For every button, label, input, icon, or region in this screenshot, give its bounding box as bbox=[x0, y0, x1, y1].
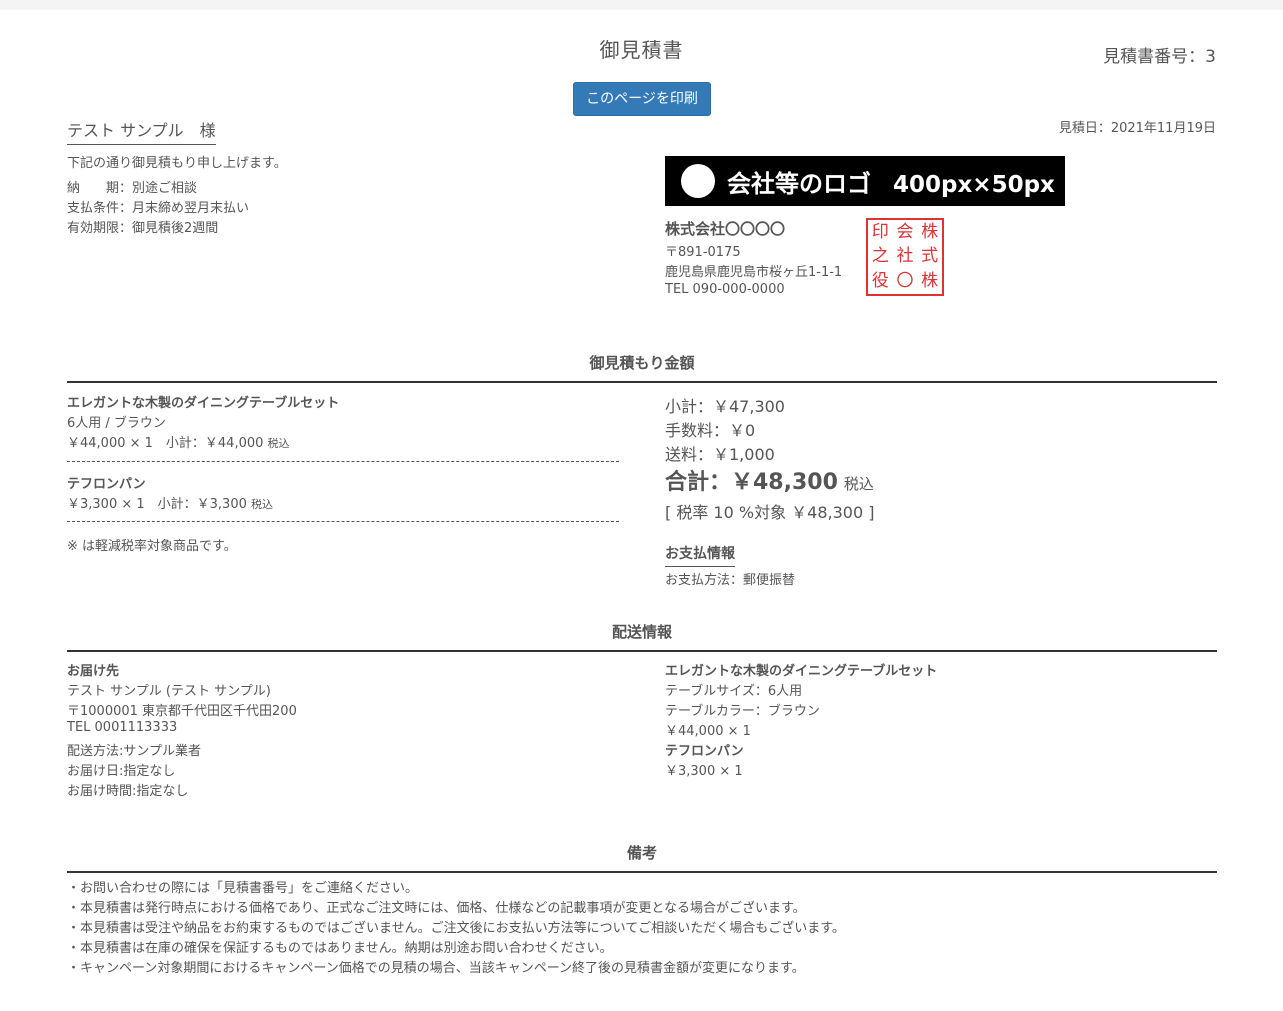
tax-breakdown: [ 税率 10 %対象 ￥48,300 ] bbox=[665, 503, 875, 522]
seal-char: 株 bbox=[921, 221, 939, 242]
logo-size-text: 400px×50px bbox=[893, 171, 1055, 198]
fee: 手数料：￥0 bbox=[665, 421, 756, 440]
page-title: 御見積書 bbox=[599, 38, 684, 62]
seal-char: 印 bbox=[871, 221, 889, 242]
seal-char: 〇 bbox=[896, 271, 914, 292]
print-button[interactable]: このページを印刷 bbox=[573, 82, 711, 116]
company-tel: TEL 090-000-0000 bbox=[665, 282, 785, 297]
company-address: 鹿児島県鹿児島市桜ヶ丘1-1-1 bbox=[665, 265, 843, 280]
quote-number: 見積書番号：3 bbox=[1103, 47, 1216, 67]
term-payment: 支払条件：月末締め翌月末払い bbox=[67, 201, 250, 216]
seal-char: 社 bbox=[896, 246, 914, 267]
estimate-item-name: テフロンパン bbox=[67, 477, 146, 492]
delivery-item-name: テフロンパン bbox=[665, 744, 744, 759]
shipping-fee: 送料：￥1,000 bbox=[665, 445, 775, 464]
seal-char: 役 bbox=[871, 271, 889, 292]
estimate-item-option: 6人用 / ブラウン bbox=[67, 416, 166, 431]
total-tax-label: 税込 bbox=[843, 475, 874, 493]
seal-char: 之 bbox=[871, 246, 889, 267]
delivery-item-line: ￥3,300 × 1 bbox=[665, 764, 743, 779]
delivery-line: お届け時間:指定なし bbox=[67, 784, 189, 799]
top-bar bbox=[0, 0, 1283, 10]
delivery-line: テスト サンプル (テスト サンプル) bbox=[67, 684, 271, 699]
seal-char: 株 bbox=[921, 271, 939, 292]
seal-char: 式 bbox=[921, 246, 939, 267]
remark-line: ・キャンペーン対象期間におけるキャンペーン価格での見積の場合、当該キャンペーン終… bbox=[67, 961, 805, 976]
remark-line: ・本見積書は発行時点における価格であり、正式なご注文時には、価格、仕様などの記載… bbox=[67, 901, 806, 916]
company-logo: 会社等のロゴ 400px×50px bbox=[665, 156, 1065, 206]
delivery-line: 〒1000001 東京都千代田区千代田200 bbox=[67, 704, 297, 719]
company-seal-icon: 印 会 株 之 社 式 役 〇 株 bbox=[866, 218, 944, 296]
remarks-list: ・お問い合わせの際には「見積書番号」をご連絡ください。 ・本見積書は発行時点にお… bbox=[67, 879, 845, 979]
item-divider bbox=[67, 461, 619, 462]
estimate-item-price: ￥3,300 × 1 小計：￥3,300 税込 bbox=[67, 493, 273, 512]
quote-date: 見積日：2021年11月19日 bbox=[1058, 121, 1216, 136]
delivery-line: 配送方法:サンプル業者 bbox=[67, 744, 201, 759]
remark-line: ・本見積書は在庫の確保を保証するものではありません。納期は別途お問い合わせくださ… bbox=[67, 941, 613, 956]
recipient-name: テスト サンプル 様 bbox=[67, 117, 216, 145]
term-delivery: 納 期：別途ご相談 bbox=[67, 181, 198, 196]
estimate-item-name: エレガントな木製のダイニングテーブルセット bbox=[67, 396, 340, 411]
payment-heading: お支払情報 bbox=[665, 543, 735, 567]
item-price-text: ￥44,000 × 1 小計：￥44,000 bbox=[67, 436, 264, 451]
reduced-tax-note: ※ は軽減税率対象商品です。 bbox=[67, 539, 237, 554]
payment-method: お支払方法：郵便振替 bbox=[665, 573, 796, 588]
estimate-item-price: ￥44,000 × 1 小計：￥44,000 税込 bbox=[67, 432, 290, 451]
delivery-line: TEL 0001113333 bbox=[67, 720, 178, 735]
delivery-item-line: テーブルカラー：ブラウン bbox=[665, 704, 820, 719]
delivery-recipient-heading: お届け先 bbox=[67, 664, 120, 679]
company-postal: 〒891-0175 bbox=[665, 245, 741, 260]
grand-total: 合計：￥48,300 税込 bbox=[665, 464, 874, 496]
logo-text: 会社等のロゴ bbox=[727, 169, 871, 198]
subtotal: 小計：￥47,300 bbox=[665, 397, 785, 416]
delivery-item-line: テーブルサイズ：6人用 bbox=[665, 684, 803, 699]
intro-text: 下記の通り御見積もり申し上げます。 bbox=[67, 156, 287, 171]
term-validity: 有効期限：御見積後2週間 bbox=[67, 221, 219, 236]
delivery-item-line: ￥44,000 × 1 bbox=[665, 724, 751, 739]
tax-label: 税込 bbox=[251, 498, 274, 511]
remark-line: ・本見積書は受注や納品をお約束するものではございません。ご注文後にお支払い方法等… bbox=[67, 921, 845, 936]
remark-line: ・お問い合わせの際には「見積書番号」をご連絡ください。 bbox=[67, 881, 419, 896]
total-amount: 合計：￥48,300 bbox=[665, 470, 838, 495]
item-price-text: ￥3,300 × 1 小計：￥3,300 bbox=[67, 497, 247, 512]
delivery-item-name: エレガントな木製のダイニングテーブルセット bbox=[665, 664, 938, 679]
company-name: 株式会社〇〇〇〇 bbox=[665, 220, 786, 238]
logo-circle-icon bbox=[681, 164, 715, 198]
delivery-line: お届け日:指定なし bbox=[67, 764, 176, 779]
tax-label: 税込 bbox=[267, 437, 290, 450]
estimate-heading: 御見積もり金額 bbox=[67, 352, 1217, 383]
seal-char: 会 bbox=[896, 221, 914, 242]
item-divider bbox=[67, 521, 619, 522]
remarks-heading: 備考 bbox=[67, 842, 1217, 873]
delivery-heading: 配送情報 bbox=[67, 621, 1217, 652]
